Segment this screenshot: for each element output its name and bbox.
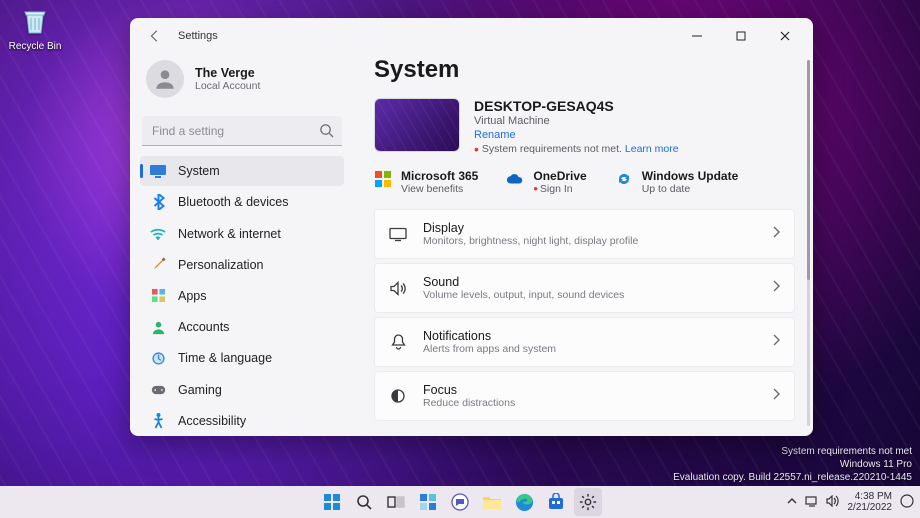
minimize-button[interactable] (675, 21, 719, 51)
maximize-button[interactable] (719, 21, 763, 51)
nav-accessibility[interactable]: Accessibility (140, 406, 344, 436)
nav-accounts[interactable]: Accounts (140, 312, 344, 342)
taskbar-chat[interactable] (446, 488, 474, 516)
nav-system[interactable]: System (140, 156, 344, 186)
nav-label: System (178, 164, 220, 178)
nav-time[interactable]: Time & language (140, 343, 344, 373)
card-display[interactable]: DisplayMonitors, brightness, night light… (374, 209, 795, 259)
system-tray[interactable] (805, 495, 840, 510)
nav-label: Accounts (178, 320, 229, 334)
page-heading: System (374, 56, 795, 84)
rename-link[interactable]: Rename (474, 129, 679, 141)
card-focus[interactable]: FocusReduce distractions (374, 371, 795, 421)
taskbar-store[interactable] (542, 488, 570, 516)
nav: System Bluetooth & devices Network & int… (140, 156, 344, 436)
desktop-watermark: System requirements not met Windows 11 P… (673, 445, 912, 484)
account-block[interactable]: The Verge Local Account (140, 54, 344, 112)
scrollbar[interactable] (807, 60, 810, 426)
clock-icon (150, 350, 166, 366)
nav-label: Bluetooth & devices (178, 195, 289, 209)
taskbar-right: 4:38 PM 2/21/2022 (787, 491, 915, 513)
chevron-right-icon (772, 225, 780, 243)
nav-label: Apps (178, 289, 207, 303)
apps-icon (150, 288, 166, 304)
nav-personalization[interactable]: Personalization (140, 250, 344, 280)
taskbar-edge[interactable] (510, 488, 538, 516)
taskbar: 4:38 PM 2/21/2022 (0, 486, 920, 518)
titlebar: Settings (130, 18, 813, 54)
account-type: Local Account (195, 80, 260, 92)
nav-label: Network & internet (178, 227, 281, 241)
nav-label: Personalization (178, 258, 263, 272)
volume-tray-icon (826, 495, 840, 510)
device-thumbnail (374, 98, 460, 152)
status-tiles: Microsoft 365View benefits OneDrive•Sign… (374, 169, 795, 195)
tile-onedrive[interactable]: OneDrive•Sign In (506, 169, 586, 195)
chevron-right-icon (772, 279, 780, 297)
taskbar-search[interactable] (350, 488, 378, 516)
start-button[interactable] (318, 488, 346, 516)
recycle-bin-label: Recycle Bin (5, 41, 65, 52)
person-icon (150, 319, 166, 335)
recycle-bin-icon (17, 3, 53, 39)
nav-label: Gaming (178, 383, 222, 397)
settings-list: DisplayMonitors, brightness, night light… (374, 209, 795, 421)
gaming-icon (150, 382, 166, 398)
search-icon (319, 123, 334, 143)
back-button[interactable] (142, 23, 168, 49)
nav-network[interactable]: Network & internet (140, 218, 344, 248)
system-icon (150, 163, 166, 179)
device-warning: •System requirements not met. Learn more (474, 143, 679, 155)
paintbrush-icon (150, 257, 166, 273)
taskbar-widgets[interactable] (414, 488, 442, 516)
tile-microsoft-365[interactable]: Microsoft 365View benefits (374, 169, 478, 195)
taskbar-settings[interactable] (574, 488, 602, 516)
taskbar-clock[interactable]: 4:38 PM 2/21/2022 (848, 491, 893, 513)
chevron-right-icon (772, 387, 780, 405)
tray-chevron-icon[interactable] (787, 497, 797, 508)
bell-icon (389, 333, 407, 351)
card-sound[interactable]: SoundVolume levels, output, input, sound… (374, 263, 795, 313)
learn-more-link[interactable]: Learn more (625, 143, 679, 155)
nav-label: Time & language (178, 351, 272, 365)
settings-window: Settings The Verge Local Account (130, 18, 813, 436)
avatar (146, 60, 184, 98)
nav-label: Accessibility (178, 414, 246, 428)
device-info: DESKTOP-GESAQ4S Virtual Machine Rename •… (374, 98, 795, 155)
card-notifications[interactable]: NotificationsAlerts from apps and system (374, 317, 795, 367)
taskbar-explorer[interactable] (478, 488, 506, 516)
window-title: Settings (178, 30, 218, 42)
display-icon (389, 225, 407, 243)
nav-gaming[interactable]: Gaming (140, 375, 344, 405)
focus-icon (389, 387, 407, 405)
desktop-icon-recycle-bin[interactable]: Recycle Bin (5, 3, 65, 52)
account-name: The Verge (195, 66, 260, 80)
taskbar-center (318, 488, 602, 516)
bluetooth-icon (150, 194, 166, 210)
device-name: DESKTOP-GESAQ4S (474, 98, 679, 114)
device-type: Virtual Machine (474, 115, 679, 127)
windows-update-icon (615, 170, 633, 188)
search-box[interactable] (142, 116, 342, 146)
microsoft-365-icon (374, 170, 392, 188)
network-tray-icon (805, 495, 819, 510)
search-input[interactable] (142, 116, 342, 146)
sound-icon (389, 279, 407, 297)
chevron-right-icon (772, 333, 780, 351)
onedrive-icon (506, 170, 524, 188)
close-button[interactable] (763, 21, 807, 51)
tile-windows-update[interactable]: Windows UpdateUp to date (615, 169, 739, 195)
taskbar-taskview[interactable] (382, 488, 410, 516)
main-panel: System DESKTOP-GESAQ4S Virtual Machine R… (354, 54, 813, 436)
nav-bluetooth[interactable]: Bluetooth & devices (140, 187, 344, 217)
sidebar: The Verge Local Account System Bluetooth… (130, 54, 354, 436)
wifi-icon (150, 226, 166, 242)
notifications-tray-icon[interactable] (900, 494, 914, 511)
accessibility-icon (150, 413, 166, 429)
nav-apps[interactable]: Apps (140, 281, 344, 311)
